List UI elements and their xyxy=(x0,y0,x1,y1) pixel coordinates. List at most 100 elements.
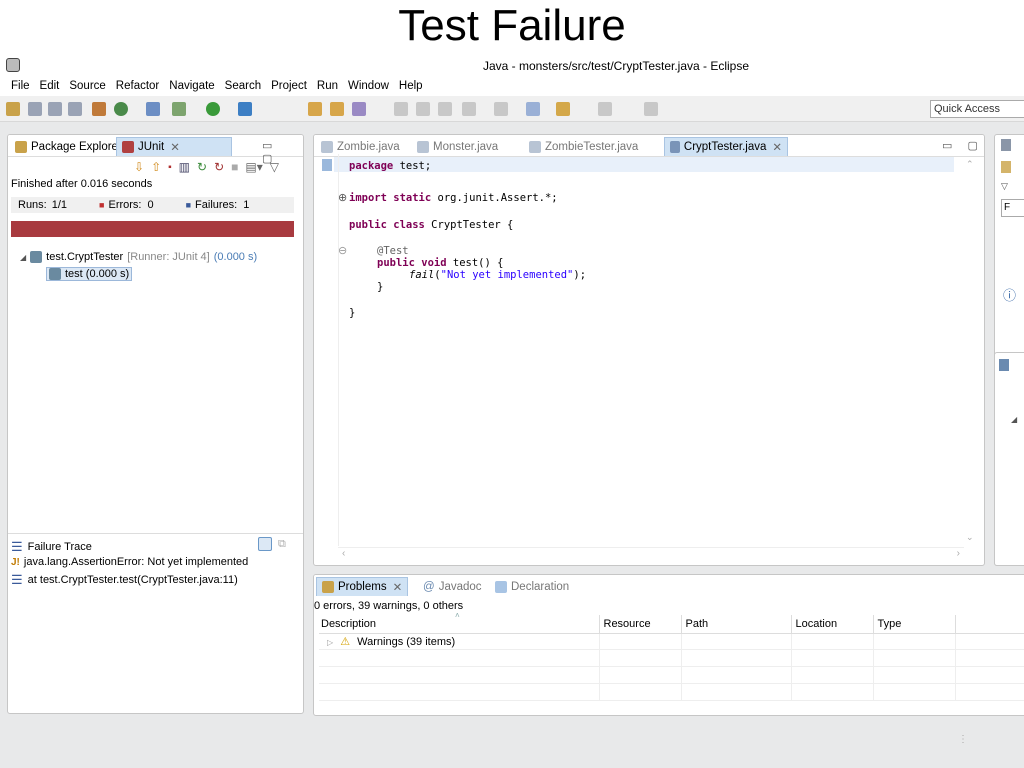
menu-window[interactable]: Window xyxy=(343,80,394,92)
table-row[interactable]: ▷ ⚠ Warnings (39 items) xyxy=(319,633,1024,649)
find-field[interactable]: F xyxy=(1001,199,1024,217)
view-menu-icon[interactable]: ▽ xyxy=(270,160,279,174)
code-annotation-line[interactable]: @Test xyxy=(377,245,409,257)
filter-dropdown-icon[interactable]: ▽ xyxy=(1001,181,1008,192)
tab-problems[interactable]: Problems ✕ xyxy=(316,577,409,596)
history-icon[interactable]: ▤▾ xyxy=(245,160,262,174)
menu-source[interactable]: Source xyxy=(64,80,110,92)
expand-arrow-icon[interactable]: ◢ xyxy=(20,253,26,262)
scroll-left-icon[interactable]: ‹ xyxy=(342,548,345,559)
scroll-lock-icon[interactable]: ▥ xyxy=(179,160,190,174)
minimize-maximize-icon[interactable]: ▭ ▢ xyxy=(942,139,984,152)
tab-declaration[interactable]: Declaration xyxy=(490,577,574,596)
close-icon[interactable]: ✕ xyxy=(772,140,782,154)
show-whitespace-icon[interactable] xyxy=(438,102,452,116)
menu-run[interactable]: Run xyxy=(312,80,343,92)
code-method-line[interactable]: public void test() { xyxy=(377,257,503,269)
vertical-scrollbar[interactable]: ⌃ ⌄ xyxy=(964,159,976,543)
tab-zombietester-java[interactable]: ZombieTester.java xyxy=(524,137,643,156)
code-import-line[interactable]: import static org.junit.Assert.*; xyxy=(349,192,558,204)
save-all-icon[interactable] xyxy=(48,102,62,116)
column-location[interactable]: Location xyxy=(791,615,874,633)
rerun-failed-icon[interactable]: ↻ xyxy=(214,160,224,174)
tab-package-explorer[interactable]: Package Explorer xyxy=(10,137,127,156)
code-fail-line[interactable]: fail("Not yet implemented"); xyxy=(409,269,586,281)
scroll-up-icon[interactable]: ⌃ xyxy=(966,159,974,170)
code-class-line[interactable]: public class CryptTester { xyxy=(349,219,513,231)
menu-project[interactable]: Project xyxy=(266,80,312,92)
show-failures-only-icon[interactable]: ▪ xyxy=(168,162,172,173)
new-package-icon[interactable] xyxy=(308,102,322,116)
previous-failure-icon[interactable]: ⇧ xyxy=(151,160,161,174)
menu-refactor[interactable]: Refactor xyxy=(111,80,164,92)
scroll-down-icon[interactable]: ⌄ xyxy=(966,532,974,543)
new-task-icon[interactable] xyxy=(1001,161,1011,173)
compare-result-icon[interactable]: ⧉ xyxy=(278,538,286,551)
next-failure-icon[interactable]: ⇩ xyxy=(134,160,144,174)
refresh-icon[interactable] xyxy=(114,102,128,116)
menu-edit[interactable]: Edit xyxy=(35,80,65,92)
horizontal-scrollbar[interactable]: ‹ › xyxy=(338,547,964,561)
print-icon[interactable] xyxy=(68,102,82,116)
next-edit-icon[interactable] xyxy=(494,102,508,116)
scroll-right-icon[interactable]: › xyxy=(957,548,960,559)
menu-search[interactable]: Search xyxy=(220,80,266,92)
menu-help[interactable]: Help xyxy=(394,80,428,92)
new-icon[interactable] xyxy=(6,102,20,116)
javadoc-icon: @ xyxy=(423,580,435,593)
fold-import-icon[interactable]: ⊕ xyxy=(338,191,347,204)
close-icon[interactable]: ✕ xyxy=(393,580,403,594)
toggle-block-icon[interactable] xyxy=(416,102,430,116)
tab-crypttester-java[interactable]: CryptTester.java ✕ xyxy=(664,137,788,156)
last-edit-icon[interactable] xyxy=(526,102,540,116)
java-file-icon xyxy=(417,140,429,153)
code-package-line[interactable]: package test; xyxy=(349,160,431,172)
tab-zombie-java[interactable]: Zombie.java xyxy=(316,137,405,156)
column-path[interactable]: Path xyxy=(681,615,792,633)
code-class-close-line[interactable]: } xyxy=(349,307,355,319)
new-class-icon[interactable] xyxy=(330,102,344,116)
tab-monster-java[interactable]: Monster.java xyxy=(412,137,503,156)
tab-junit-label: JUnit xyxy=(138,141,165,153)
status-bar: ⋮ xyxy=(0,722,1024,768)
column-type[interactable]: Type xyxy=(873,615,956,633)
rerun-test-icon[interactable]: ↻ xyxy=(197,160,207,174)
tab-junit[interactable]: JUnit ✕ xyxy=(116,137,232,156)
quick-access-input[interactable]: Quick Access xyxy=(930,100,1024,118)
trace-line-2[interactable]: ☰ at test.CryptTester.test(CryptTester.j… xyxy=(11,572,238,588)
forward-icon[interactable] xyxy=(598,102,612,116)
code-method-close-line[interactable]: } xyxy=(377,281,383,293)
toggle-mark-icon[interactable] xyxy=(394,102,408,116)
fold-method-icon[interactable]: ⊖ xyxy=(338,244,347,257)
expand-arrow-icon[interactable]: ◢ xyxy=(1011,415,1017,424)
back-icon[interactable] xyxy=(556,102,570,116)
column-description[interactable]: Description ˄ xyxy=(319,611,600,633)
menu-navigate[interactable]: Navigate xyxy=(164,80,219,92)
tab-javadoc[interactable]: @ Javadoc xyxy=(418,577,487,596)
trace-line-1[interactable]: J! java.lang.AssertionError: Not yet imp… xyxy=(11,556,248,568)
annotation-next-icon[interactable] xyxy=(462,102,476,116)
failures-value: 1 xyxy=(243,199,250,211)
pin-editor-icon[interactable] xyxy=(644,102,658,116)
column-resource[interactable]: Resource xyxy=(599,615,682,633)
expand-arrow-icon[interactable]: ▷ xyxy=(327,638,333,647)
test-case-row[interactable]: test (0.000 s) xyxy=(46,267,133,281)
stop-icon[interactable]: ■ xyxy=(231,160,238,174)
skip-breakpoints-icon[interactable] xyxy=(146,102,160,116)
method-call: fail xyxy=(409,269,435,281)
open-type-icon[interactable] xyxy=(352,102,366,116)
debug-config-icon[interactable] xyxy=(92,102,106,116)
task-list-icon[interactable] xyxy=(1001,139,1011,151)
debug-icon[interactable] xyxy=(172,102,186,116)
run-icon[interactable] xyxy=(206,102,220,116)
errors-value: 0 xyxy=(147,199,154,211)
table-cell xyxy=(791,666,874,683)
close-icon[interactable]: ✕ xyxy=(170,140,180,154)
menu-file[interactable]: File xyxy=(6,80,35,92)
outline-icon[interactable] xyxy=(999,359,1009,371)
save-icon[interactable] xyxy=(28,102,42,116)
external-tools-icon[interactable] xyxy=(238,102,252,116)
filter-stack-icon[interactable] xyxy=(258,537,272,551)
tab-javadoc-label: Javadoc xyxy=(438,580,482,593)
test-suite-row[interactable]: ◢ test.CryptTester [Runner: JUnit 4] (0.… xyxy=(20,251,257,263)
